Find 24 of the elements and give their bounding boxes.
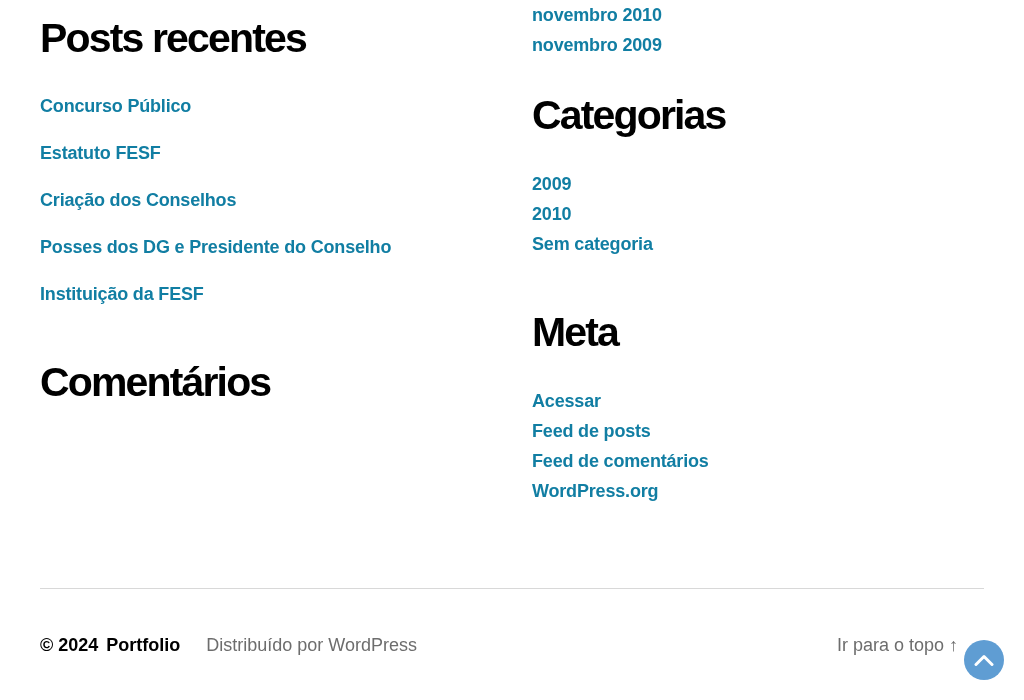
credit-text: Distribuído por WordPress [206, 634, 418, 657]
meta-link[interactable]: Feed de comentários [532, 446, 709, 476]
post-link[interactable]: Concurso Público [40, 94, 192, 118]
category-link[interactable]: 2009 [532, 169, 572, 199]
meta-link[interactable]: WordPress.org [532, 476, 659, 506]
scroll-to-top-button[interactable] [964, 640, 1004, 680]
copyright-text: © 2024 [40, 634, 99, 657]
archive-link[interactable]: novembro 2010 [532, 0, 662, 30]
widget-title: Posts recentes [40, 18, 307, 58]
category-link[interactable]: 2010 [532, 199, 572, 229]
post-link[interactable]: Criação dos Conselhos [40, 188, 237, 212]
post-link[interactable]: Estatuto FESF [40, 141, 161, 165]
widget-title: Comentários [40, 362, 272, 402]
widget-title: Categorias [532, 95, 727, 135]
widget-title: Meta [532, 312, 620, 352]
chevron-up-icon [974, 654, 994, 666]
back-to-top-link[interactable]: Ir para o topo ↑ [836, 633, 958, 657]
archive-link[interactable]: novembro 2009 [532, 30, 662, 60]
meta-link[interactable]: Acessar [532, 386, 601, 416]
meta-link[interactable]: Feed de posts [532, 416, 651, 446]
post-link[interactable]: Instituição da FESF [40, 282, 204, 306]
site-name-link[interactable]: Portfolio [106, 633, 181, 657]
category-link[interactable]: Sem categoria [532, 229, 653, 259]
post-link[interactable]: Posses dos DG e Presidente do Conselho [40, 235, 392, 259]
